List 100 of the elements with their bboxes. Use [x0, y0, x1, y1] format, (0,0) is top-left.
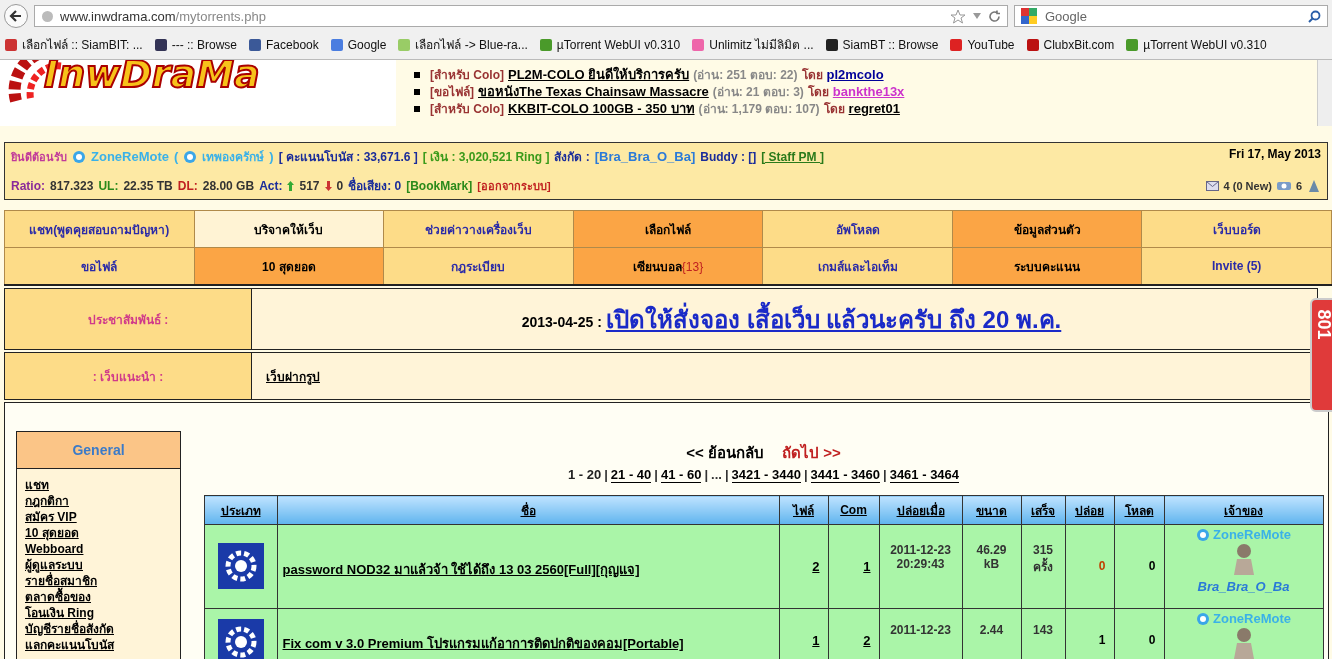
- search-icon[interactable]: [1308, 9, 1321, 23]
- column-header[interactable]: ขนาด: [962, 495, 1021, 525]
- column-header[interactable]: Com: [828, 495, 879, 525]
- sidebar-link[interactable]: ตลาดซื้อของ: [25, 589, 172, 605]
- page-link[interactable]: 1 - 20: [567, 467, 602, 483]
- clan-link[interactable]: [Bra_Bra_O_Ba]: [594, 149, 696, 164]
- announcement-link[interactable]: เปิดให้สั่งจอง เสื้อเว็บ แล้วนะครับ ถึง 20 พ.ค.: [605, 299, 1062, 339]
- nav-link[interactable]: อัพโหลด: [762, 210, 953, 248]
- column-header[interactable]: โหลด: [1114, 495, 1164, 525]
- column-header[interactable]: ปล่อย: [1065, 495, 1114, 525]
- message-count: 4 (0 New): [1223, 179, 1272, 192]
- page-separator: |: [883, 467, 887, 483]
- sidebar-title: General: [17, 432, 180, 469]
- sidebar-link[interactable]: 10 สุดยอด: [25, 525, 172, 541]
- column-header[interactable]: เจ้าของ: [1164, 495, 1323, 525]
- down-arrow-icon: [324, 180, 332, 191]
- comment-count-link[interactable]: 2: [863, 633, 871, 648]
- comment-count-link[interactable]: 1: [863, 559, 871, 574]
- announcement-link[interactable]: เว็บฝากรูป: [266, 366, 320, 386]
- nav-link[interactable]: เซียนบอล{13}: [573, 247, 763, 285]
- bookmark[interactable]: Facebook: [248, 35, 319, 54]
- author-link[interactable]: bankthe13x: [832, 84, 905, 99]
- page-link[interactable]: 21 - 40: [610, 467, 652, 483]
- sidebar-link[interactable]: โอนเงิน Ring: [25, 605, 172, 621]
- author-link[interactable]: pl2mcolo: [826, 67, 884, 82]
- date-added: 2011-12-23 20:29:43: [890, 543, 951, 571]
- by-label: โดย: [801, 67, 823, 84]
- bookmark[interactable]: เลือกไฟล์ -> Blue-ra...: [397, 35, 528, 54]
- nav-link[interactable]: ช่วยค่าวางเครื่องเว็บ: [383, 210, 574, 248]
- bookmark[interactable]: µTorrent WebUI v0.310: [538, 35, 681, 54]
- scrollbar[interactable]: [1317, 60, 1332, 126]
- nav-link[interactable]: ระบบคะแนน: [952, 247, 1142, 285]
- sidebar-link[interactable]: แชท: [25, 477, 172, 493]
- news-tag: [ขอไฟล์]: [430, 82, 474, 101]
- file-count-link[interactable]: 2: [812, 559, 820, 574]
- announcement-date: 2013-04-25 :: [521, 314, 602, 330]
- news-stats: (อ่าน: 1,179 ตอบ: 107): [698, 101, 820, 118]
- bookmark[interactable]: Unlimitz ไม่มีลิมิต ...: [691, 35, 814, 54]
- dropdown-icon[interactable]: [972, 12, 982, 20]
- nav-link[interactable]: แชท(พูดคุยสอบถามปัญหา): [4, 210, 195, 248]
- page-link[interactable]: 3461 - 3464: [889, 467, 960, 483]
- up-arrow-icon: [287, 180, 295, 191]
- bookmark[interactable]: เลือกไฟล์ :: SiamBIT: ...: [4, 35, 143, 54]
- author-link[interactable]: regret01: [848, 101, 900, 116]
- google-icon: [1021, 8, 1037, 24]
- file-count-link[interactable]: 1: [812, 633, 820, 648]
- buddy-label: Buddy : []: [700, 149, 757, 164]
- bookmark[interactable]: ClubxBit.com: [1025, 35, 1115, 54]
- star-icon[interactable]: [950, 8, 966, 24]
- gear-icon: [217, 619, 264, 659]
- nav-link[interactable]: บริจาคให้เว็บ: [194, 210, 384, 248]
- bookmark-icon: [949, 37, 964, 52]
- logout-link[interactable]: [ออกจากระบบ]: [477, 176, 551, 195]
- column-header[interactable]: เสร็จ: [1021, 495, 1065, 525]
- sidebar-link[interactable]: บัญชีรายชื่อสังกัด: [25, 621, 172, 637]
- page-link[interactable]: 3441 - 3460: [810, 467, 880, 483]
- address-bar[interactable]: www.inwdrama.com/mytorrents.php: [34, 5, 1008, 27]
- money-amount: [ เงิน : 3,020,521 Ring ]: [422, 149, 550, 166]
- side-tab[interactable]: 801: [1310, 298, 1332, 412]
- column-header[interactable]: ไฟล์: [779, 495, 828, 525]
- badge-icon: [1196, 527, 1210, 542]
- reload-icon[interactable]: [988, 9, 1001, 23]
- staff-pm-link[interactable]: [ Staff PM ]: [761, 149, 824, 164]
- back-button[interactable]: [4, 4, 28, 28]
- previous-link[interactable]: << ย้อนกลับ: [686, 441, 764, 465]
- bookmark[interactable]: SiamBT :: Browse: [824, 35, 939, 54]
- mail-icon[interactable]: [1205, 180, 1219, 191]
- bookmark[interactable]: µTorrent WebUI v0.310: [1125, 35, 1267, 54]
- column-header[interactable]: ชื่อ: [277, 495, 779, 525]
- column-header[interactable]: ปล่อยเมื่อ: [879, 495, 962, 525]
- nav-link[interactable]: ข้อมูลส่วนตัว: [952, 210, 1142, 248]
- bookmark[interactable]: Google: [329, 35, 387, 54]
- sidebar-link[interactable]: ผู้ดูแลระบบ: [25, 557, 172, 573]
- completed-count: 315 ครั้ง: [1033, 543, 1053, 574]
- page-separator: |: [604, 467, 608, 483]
- bookmark[interactable]: --- :: Browse: [153, 35, 238, 54]
- sidebar-link[interactable]: สมัคร VIP: [25, 509, 172, 525]
- download-value: 28.00 GB: [202, 178, 255, 193]
- page-separator: |: [724, 467, 729, 483]
- column-header[interactable]: ประเภท: [204, 495, 277, 525]
- ratio-label: Ratio:: [11, 178, 45, 193]
- sidebar-link[interactable]: Webboard: [25, 541, 172, 557]
- torrent-link[interactable]: password NOD32 มาแล้วจ้า ใช้ได้ถึง 13 03 2560[Full][กุญแจ]: [278, 562, 640, 577]
- nav-link[interactable]: เว็บบอร์ด: [1141, 210, 1332, 248]
- nav-link[interactable]: เกมส์และไอเท็ม: [762, 247, 953, 285]
- page-link[interactable]: 3421 - 3440: [731, 467, 801, 483]
- page-link[interactable]: 41 - 60: [660, 467, 702, 483]
- nav-link[interactable]: 10 สุดยอด: [194, 247, 384, 285]
- sidebar-link[interactable]: กฎกติกา: [25, 493, 172, 509]
- search-field[interactable]: Google: [1014, 5, 1328, 27]
- bookmark-link[interactable]: [BookMark]: [406, 178, 473, 193]
- sidebar-link[interactable]: แลกคะแนนโบนัส: [25, 637, 172, 653]
- nav-link[interactable]: เลือกไฟล์: [573, 210, 763, 248]
- sidebar-link[interactable]: รายชื่อสมาชิก: [25, 573, 172, 589]
- search-input[interactable]: Google: [1043, 7, 1302, 25]
- nav-link[interactable]: Invite (5): [1141, 247, 1332, 285]
- bookmark[interactable]: YouTube: [949, 35, 1015, 54]
- nav-link[interactable]: กฎระเบียบ: [383, 247, 574, 285]
- nav-link[interactable]: ขอไฟล์: [4, 247, 195, 285]
- next-link[interactable]: ถัดไป >>: [782, 441, 841, 465]
